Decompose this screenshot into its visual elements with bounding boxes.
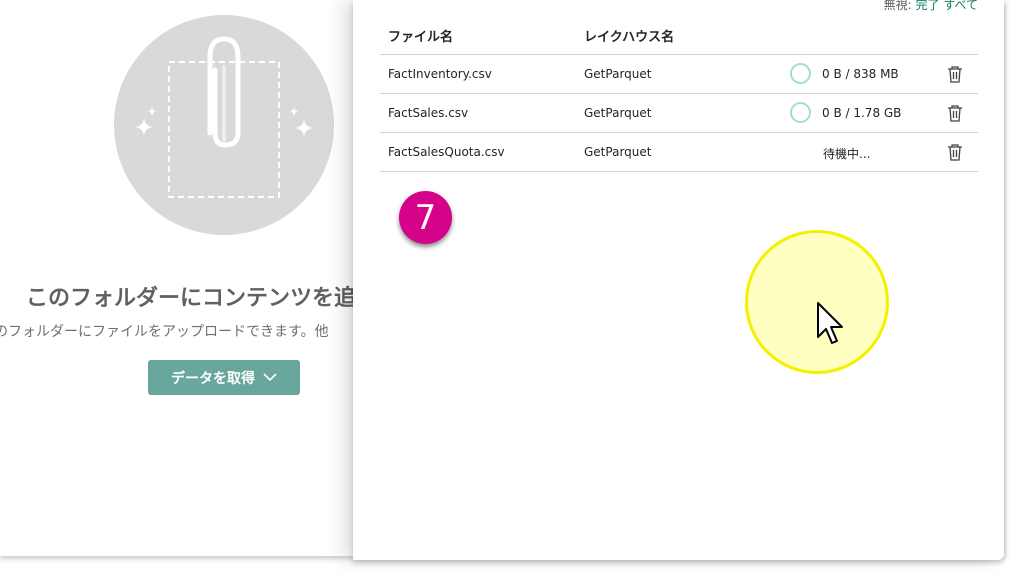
step-number-badge: 7	[399, 191, 452, 244]
empty-folder-illustration	[114, 15, 334, 235]
trash-icon[interactable]	[946, 104, 964, 123]
lakehouse-name: GetParquet	[584, 67, 652, 81]
file-name: FactSalesQuota.csv	[388, 145, 505, 159]
trash-icon[interactable]	[946, 65, 964, 84]
upload-status: 待機中...	[823, 147, 871, 161]
chevron-down-icon	[263, 373, 277, 382]
trash-icon[interactable]	[946, 143, 964, 162]
get-data-label: データを取得	[171, 370, 255, 387]
paperclip-icon	[135, 36, 313, 198]
progress-ring-icon	[790, 63, 811, 84]
table-row: FactSalesQuota.csv GetParquet 待機中...	[380, 133, 978, 172]
file-name: FactInventory.csv	[388, 67, 492, 81]
get-data-button[interactable]: データを取得	[148, 360, 300, 395]
top-link[interactable]: 無視: 完了 すべて	[884, 0, 978, 13]
table-row: FactSales.csv GetParquet 0 B / 1.78 GB	[380, 94, 978, 133]
cursor-highlight	[745, 230, 889, 374]
table-row: FactInventory.csv GetParquet 0 B / 838 M…	[380, 55, 978, 94]
progress-ring-icon	[790, 102, 811, 123]
column-lakehouse-name: レイクハウス名	[584, 30, 675, 45]
upload-table: ファイル名 レイクハウス名 FactInventory.csv GetParqu…	[380, 17, 978, 172]
column-file-name: ファイル名	[388, 30, 454, 45]
upload-status: 0 B / 838 MB	[822, 67, 899, 81]
file-name: FactSales.csv	[388, 106, 469, 120]
upload-panel: 無視: 完了 すべて ファイル名 レイクハウス名 FactInventory.c…	[353, 0, 1004, 560]
upload-status: 0 B / 1.78 GB	[822, 106, 902, 120]
lakehouse-name: GetParquet	[584, 106, 652, 120]
mouse-cursor-icon	[817, 302, 843, 344]
lakehouse-name: GetParquet	[584, 145, 652, 159]
table-header: ファイル名 レイクハウス名	[380, 17, 978, 55]
